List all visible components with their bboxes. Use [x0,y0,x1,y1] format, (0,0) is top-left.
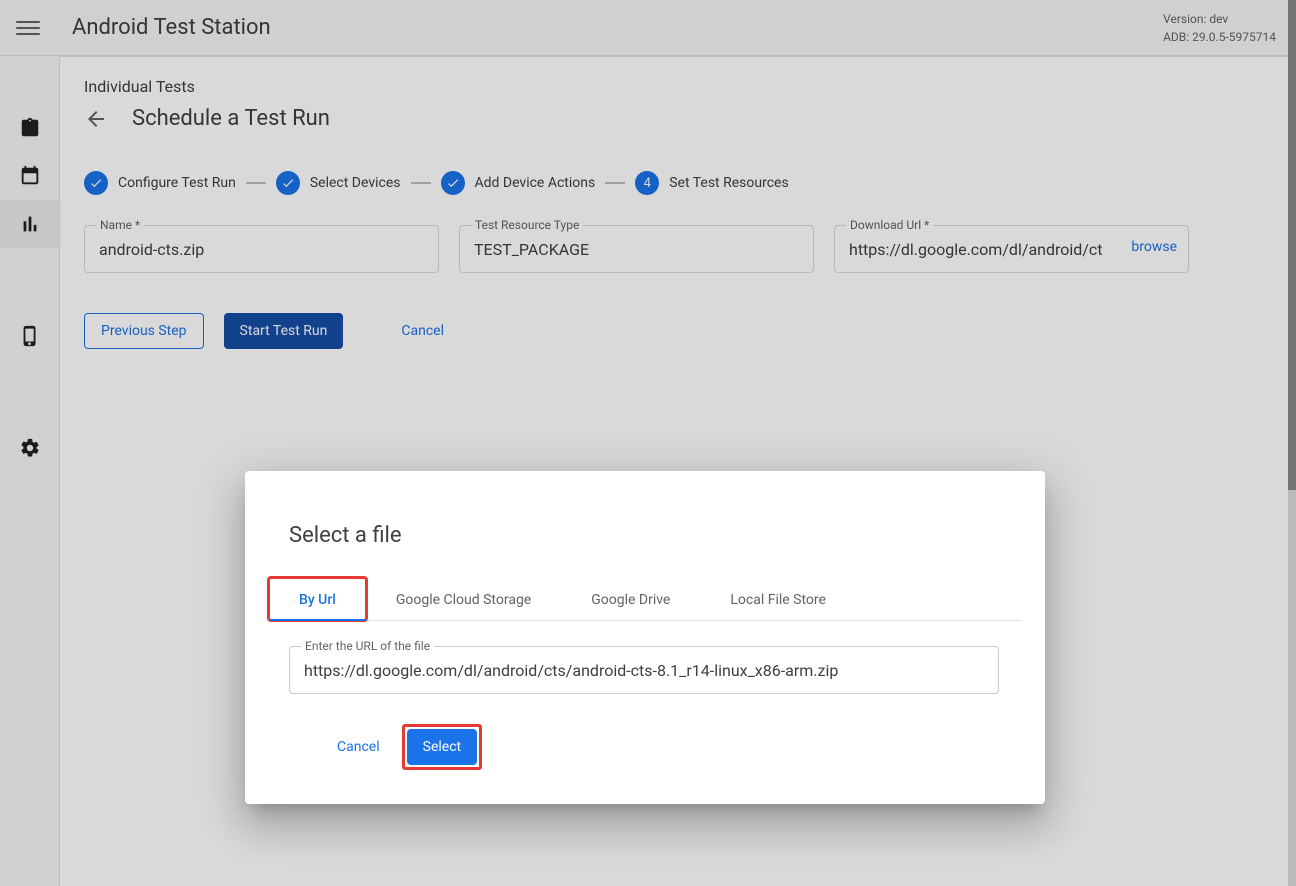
dialog-select-button[interactable]: Select [407,729,477,765]
dialog-url-label: Enter the URL of the file [301,639,434,653]
tab-gdrive[interactable]: Google Drive [561,578,700,620]
tab-local[interactable]: Local File Store [700,578,856,620]
dialog-tabs: By Url Google Cloud Storage Google Drive… [269,578,1021,621]
dialog-url-input[interactable] [289,646,999,694]
dialog-body: Enter the URL of the file [269,621,1021,704]
select-highlight: Select [402,724,482,770]
dialog-cancel-button[interactable]: Cancel [329,731,388,763]
tab-by-url[interactable]: By Url [269,578,366,620]
tab-gcs[interactable]: Google Cloud Storage [366,578,561,620]
select-file-dialog: Select a file By Url Google Cloud Storag… [245,471,1045,804]
dialog-url-field: Enter the URL of the file [289,646,999,694]
dialog-actions: Cancel Select [269,704,1021,780]
dialog-title: Select a file [269,495,1021,568]
